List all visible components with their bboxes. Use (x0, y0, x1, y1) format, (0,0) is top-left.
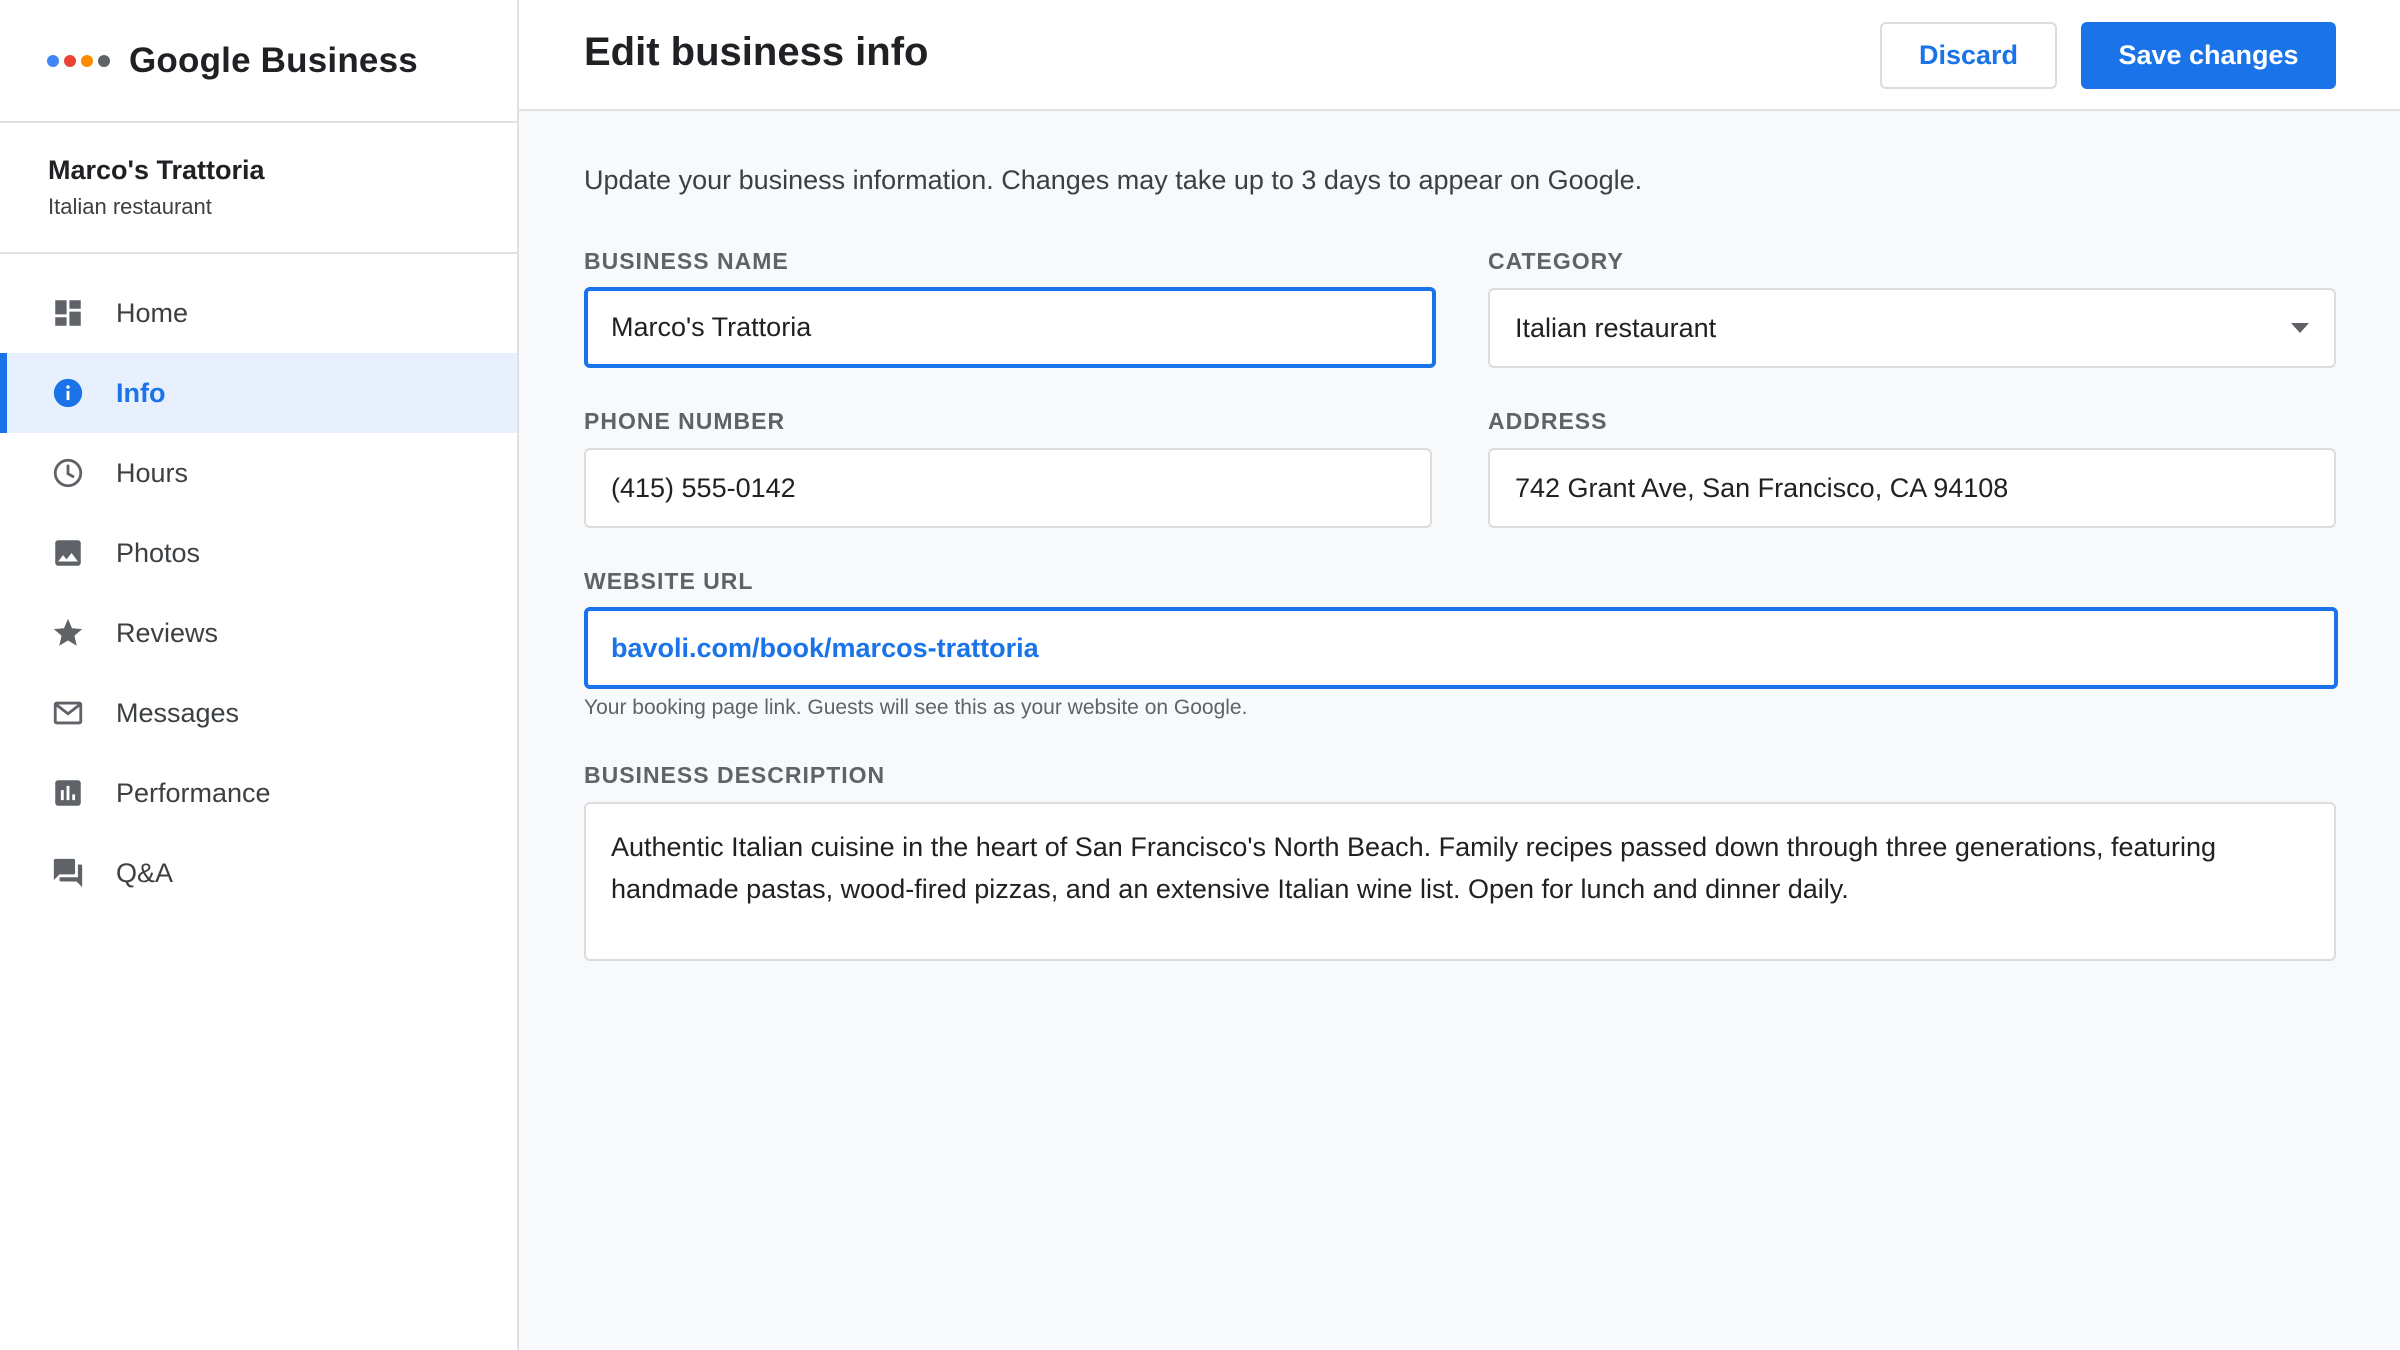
business-profile: Marco's Trattoria Italian restaurant (0, 123, 517, 254)
sidebar-item-label: Messages (116, 697, 240, 728)
discard-button[interactable]: Discard (1880, 22, 2057, 89)
business-description-textarea[interactable]: Authentic Italian cuisine in the heart o… (584, 802, 2336, 961)
sidebar-item-qa[interactable]: Q&A (0, 833, 517, 913)
address-label: ADDRESS (1488, 408, 1608, 434)
phone-value: (415) 555-0142 (611, 472, 796, 503)
sidebar-item-label: Hours (116, 457, 189, 488)
sidebar-item-label: Home (116, 297, 189, 328)
website-url-label: WEBSITE URL (584, 568, 754, 594)
phone-field[interactable]: (415) 555-0142 (584, 448, 1432, 528)
sidebar-item-messages[interactable]: Messages (0, 673, 517, 753)
sidebar-item-hours[interactable]: Hours (0, 433, 517, 513)
business-description-label: BUSINESS DESCRIPTION (584, 762, 886, 788)
dashboard-icon (50, 295, 86, 331)
sidebar: Google Business Marco's Trattoria Italia… (0, 0, 519, 1350)
sidebar-item-performance[interactable]: Performance (0, 753, 517, 833)
address-field[interactable]: 742 Grant Ave, San Francisco, CA 94108 (1488, 448, 2336, 528)
sidebar-item-info[interactable]: Info (0, 353, 517, 433)
form-intro-text: Update your business information. Change… (584, 165, 1643, 195)
website-url-value: bavoli.com/book/marcos-trattoria (611, 632, 1039, 663)
mail-icon (50, 695, 86, 731)
website-url-helper-text: Your booking page link. Guests will see … (584, 696, 1248, 719)
profile-category: Italian restaurant (48, 194, 212, 219)
save-changes-button[interactable]: Save changes (2081, 22, 2336, 89)
bar-chart-icon (50, 775, 86, 811)
brand-header: Google Business (0, 0, 517, 123)
sidebar-item-label: Photos (116, 537, 201, 568)
forum-icon (50, 855, 86, 891)
sidebar-item-reviews[interactable]: Reviews (0, 593, 517, 673)
sidebar-item-label: Reviews (116, 617, 219, 648)
chevron-down-icon (2291, 323, 2309, 333)
business-name-label: BUSINESS NAME (584, 248, 789, 274)
brand-logo-icon (47, 54, 110, 67)
sidebar-item-label: Q&A (116, 857, 174, 888)
phone-label: PHONE NUMBER (584, 408, 786, 434)
page-header: Edit business info Discard Save changes (519, 0, 2400, 111)
category-select[interactable]: Italian restaurant (1488, 288, 2336, 368)
category-value: Italian restaurant (1515, 312, 1717, 343)
sidebar-item-label: Performance (116, 777, 271, 808)
info-icon (50, 375, 86, 411)
business-name-field[interactable]: Marco's Trattoria (584, 287, 1436, 368)
clock-icon (50, 455, 86, 491)
sidebar-item-label: Info (116, 377, 166, 408)
website-url-field[interactable]: bavoli.com/book/marcos-trattoria (584, 607, 2338, 689)
category-label: CATEGORY (1488, 248, 1624, 274)
business-name-value: Marco's Trattoria (611, 312, 812, 342)
image-icon (50, 535, 86, 571)
profile-name: Marco's Trattoria (48, 155, 265, 185)
sidebar-nav: Home Info Hours Photos Reviews Messages … (0, 254, 517, 913)
sidebar-item-home[interactable]: Home (0, 273, 517, 353)
sidebar-item-photos[interactable]: Photos (0, 513, 517, 593)
address-value: 742 Grant Ave, San Francisco, CA 94108 (1515, 472, 2009, 503)
brand-name: Google Business (129, 40, 418, 80)
star-icon (50, 615, 86, 651)
page-title: Edit business info (584, 30, 929, 74)
